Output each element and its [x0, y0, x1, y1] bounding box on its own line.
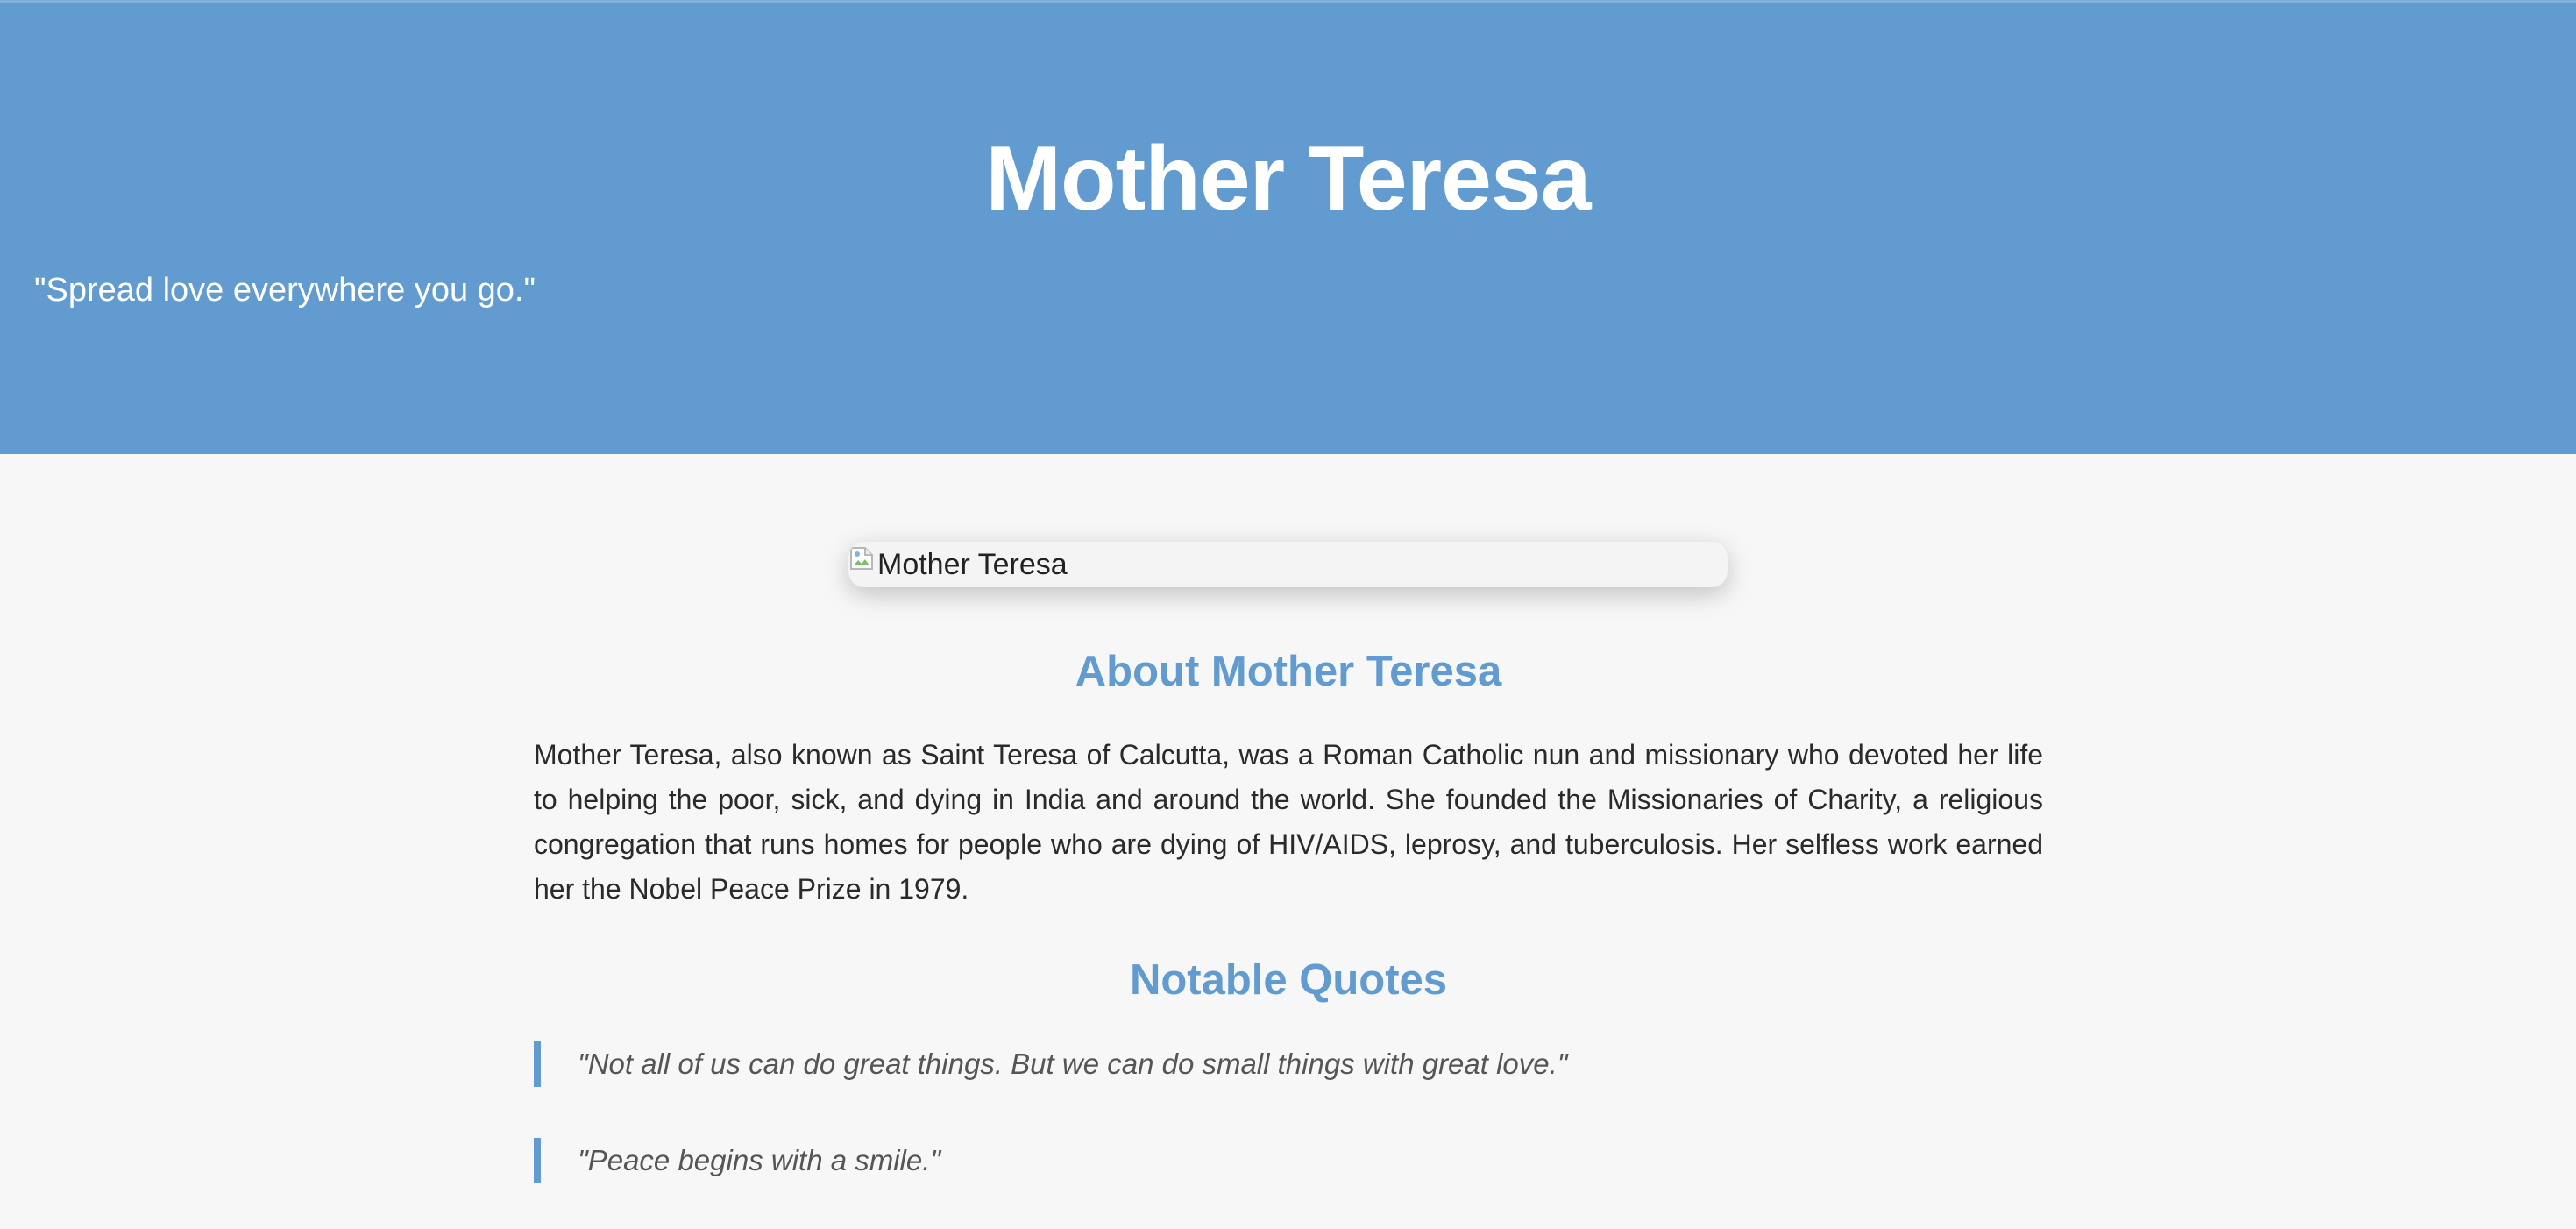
hero-banner: Mother Teresa "Spread love everywhere yo… [0, 0, 2576, 454]
page-title: Mother Teresa [985, 128, 1591, 230]
portrait-image: Mother Teresa [848, 542, 1728, 587]
quote-item: "Peace begins with a smile." [534, 1138, 2043, 1183]
portrait-alt-text: Mother Teresa [877, 548, 1068, 581]
about-heading: About Mother Teresa [1075, 648, 1502, 695]
about-paragraph: Mother Teresa, also known as Saint Teres… [534, 739, 2043, 905]
quotes-heading: Notable Quotes [1129, 956, 1448, 1004]
broken-image-icon [850, 547, 873, 570]
page: Mother Teresa "Spread love everywhere yo… [0, 0, 2576, 1229]
hero-quote: "Spread love everywhere you go." [34, 272, 536, 309]
quote-item: "Not all of us can do great things. But … [534, 1041, 2043, 1087]
